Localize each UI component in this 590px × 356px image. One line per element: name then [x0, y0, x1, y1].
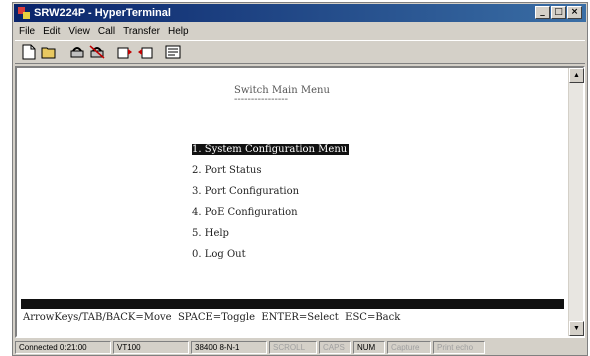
properties-icon[interactable]	[163, 43, 183, 61]
title-bar[interactable]: SRW224P - HyperTerminal _ □ ×	[14, 4, 586, 22]
close-button[interactable]: ×	[567, 6, 582, 19]
minimize-button[interactable]: _	[535, 6, 550, 19]
send-icon[interactable]	[115, 43, 135, 61]
connect-icon[interactable]	[67, 43, 87, 61]
menu-option-poe-configuration[interactable]: 4. PoE Configuration	[192, 207, 298, 218]
vertical-scrollbar[interactable]: ▲ ▼	[568, 68, 584, 336]
hyperterminal-window: SRW224P - HyperTerminal _ □ × File Edit …	[12, 2, 588, 356]
window-title: SRW224P - HyperTerminal	[34, 7, 171, 19]
menu-transfer[interactable]: Transfer	[119, 26, 164, 37]
status-num: NUM	[353, 341, 385, 354]
toolbar	[15, 40, 585, 64]
status-caps: CAPS	[319, 341, 351, 354]
open-icon[interactable]	[39, 43, 59, 61]
receive-icon[interactable]	[135, 43, 155, 61]
menu-edit[interactable]: Edit	[39, 26, 64, 37]
status-print-echo: Print echo	[433, 341, 485, 354]
menu-view[interactable]: View	[64, 26, 94, 37]
disconnect-icon[interactable]	[87, 43, 107, 61]
hyperterminal-app-icon[interactable]	[18, 7, 30, 19]
menu-option-help[interactable]: 5. Help	[192, 228, 229, 239]
terminal-title-underline: ----------------	[234, 94, 289, 105]
new-icon[interactable]	[19, 43, 39, 61]
scroll-down-arrow-icon[interactable]: ▼	[569, 321, 584, 336]
terminal-separator-bar	[21, 299, 564, 309]
maximize-button[interactable]: □	[551, 6, 566, 19]
menu-option-port-status[interactable]: 2. Port Status	[192, 165, 261, 176]
status-capture: Capture	[387, 341, 431, 354]
menu-option-port-configuration[interactable]: 3. Port Configuration	[192, 186, 299, 197]
terminal-screen[interactable]: Switch Main Menu ---------------- 1. Sys…	[17, 68, 568, 336]
window-controls: _ □ ×	[534, 6, 582, 19]
menu-bar: File Edit View Call Transfer Help	[15, 23, 193, 39]
terminal-key-help: ArrowKeys/TAB/BACK=Move SPACE=Toggle ENT…	[23, 312, 401, 323]
status-connected-time: Connected 0:21:00	[15, 341, 111, 354]
menu-help[interactable]: Help	[164, 26, 193, 37]
terminal-frame: Switch Main Menu ---------------- 1. Sys…	[15, 66, 585, 338]
scroll-up-arrow-icon[interactable]: ▲	[569, 68, 584, 83]
menu-option-log-out[interactable]: 0. Log Out	[192, 249, 246, 260]
status-port-settings: 38400 8-N-1	[191, 341, 267, 354]
menu-file[interactable]: File	[15, 26, 39, 37]
status-emulation: VT100	[113, 341, 189, 354]
menu-call[interactable]: Call	[94, 26, 119, 37]
status-scroll: SCROLL	[269, 341, 317, 354]
menu-option-system-configuration[interactable]: 1. System Configuration Menu	[192, 144, 350, 155]
status-bar: Connected 0:21:00 VT100 38400 8-N-1 SCRO…	[15, 340, 585, 355]
